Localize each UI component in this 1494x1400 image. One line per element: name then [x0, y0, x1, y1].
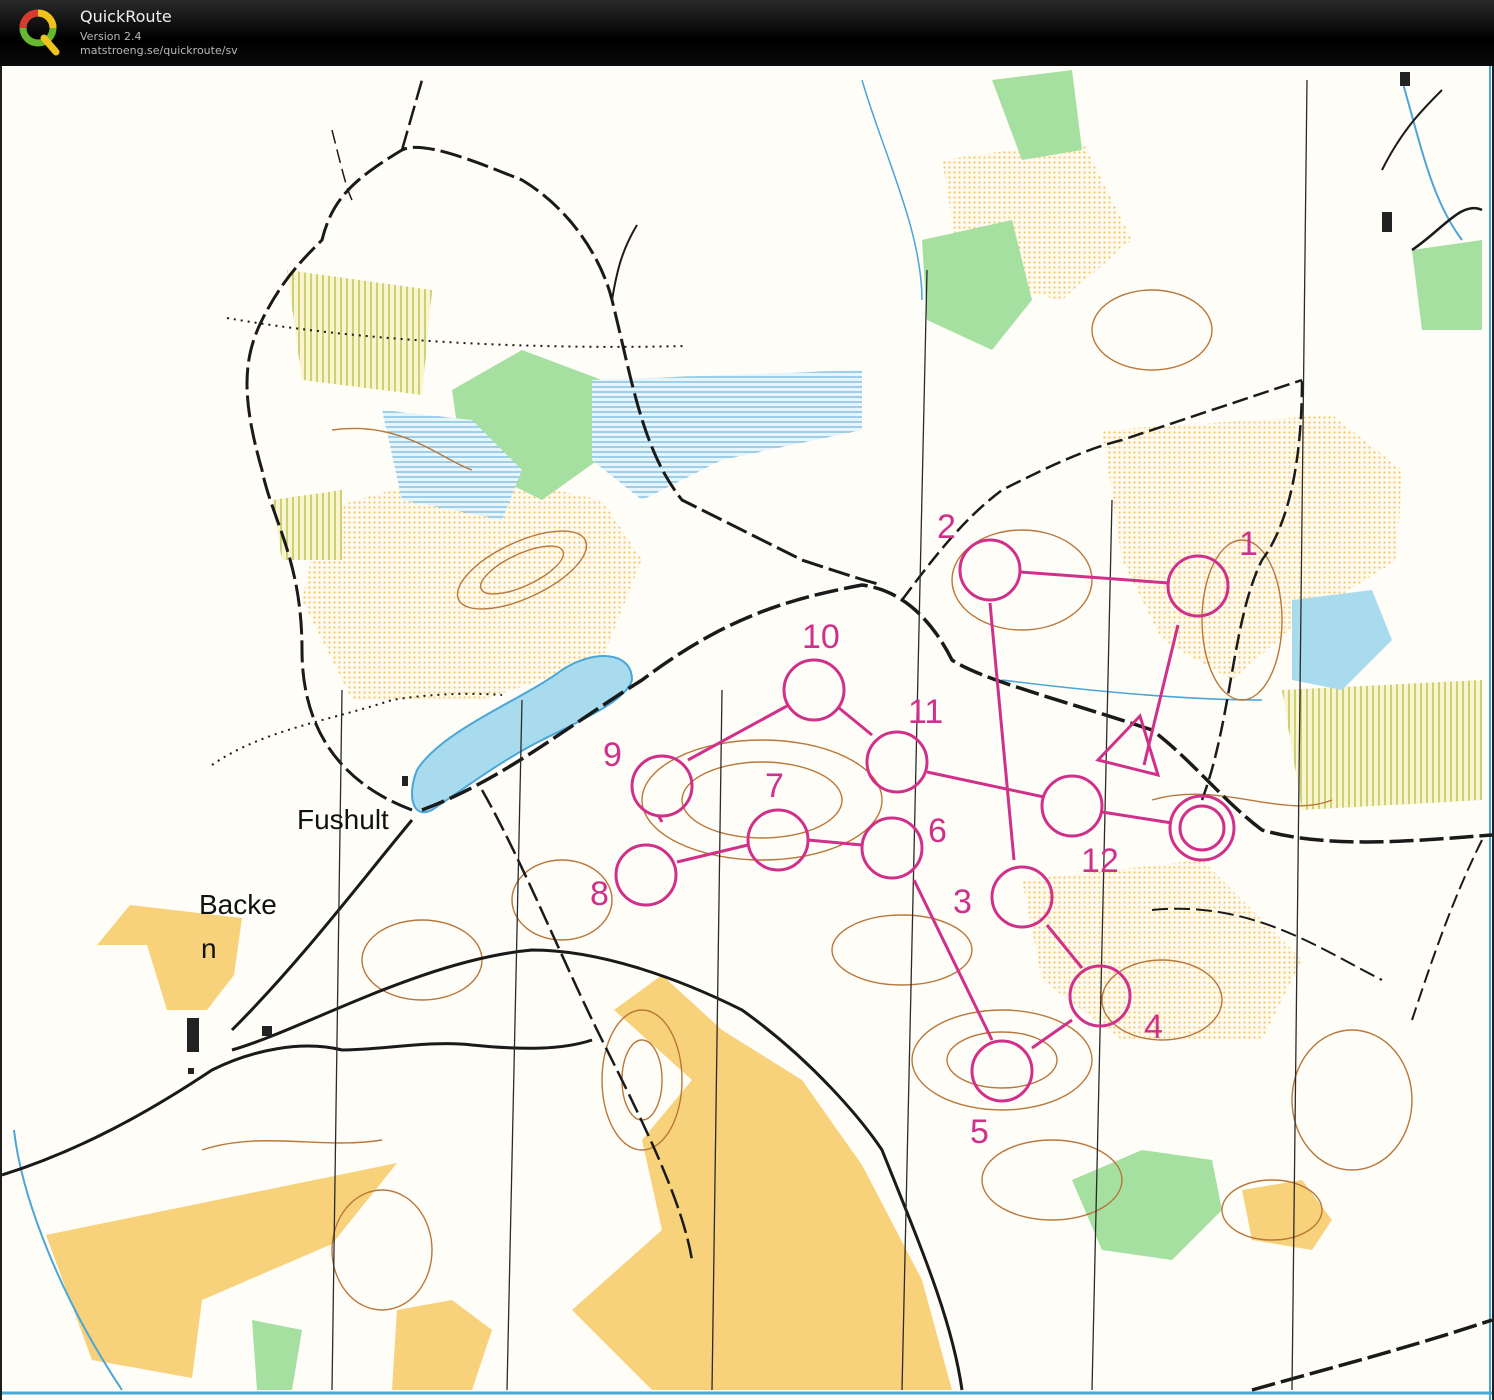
- control-circle-10: [782, 658, 846, 722]
- control-label-11: 11: [908, 693, 943, 731]
- control-circle-12: [1040, 774, 1104, 838]
- control-label-4: 4: [1144, 1008, 1163, 1046]
- orienteering-map[interactable]: 1 2 3 4 5 6 7 8 9 10 11 12 Fushult Backe…: [0, 66, 1494, 1400]
- finish-double-circle-icon: [1168, 794, 1236, 862]
- control-label-7: 7: [765, 767, 784, 805]
- place-label-backe-n: n: [201, 933, 217, 964]
- control-label-2: 2: [937, 508, 956, 546]
- control-circle-8: [614, 843, 678, 907]
- app-version: Version 2.4: [80, 30, 142, 43]
- control-label-12: 12: [1081, 842, 1119, 880]
- control-circle-11: [865, 730, 929, 794]
- place-label-backe: Backe: [199, 889, 277, 920]
- control-label-10: 10: [802, 618, 840, 656]
- control-label-6: 6: [928, 812, 947, 850]
- control-label-9: 9: [603, 736, 622, 774]
- title-bar: QuickRoute Version 2.4 matstroeng.se/qui…: [0, 0, 1494, 66]
- control-label-3: 3: [953, 883, 972, 921]
- control-circle-6: [860, 816, 924, 880]
- app-url[interactable]: matstroeng.se/quickroute/sv: [80, 44, 238, 57]
- control-circle-9: [630, 754, 694, 818]
- quickroute-q-logo-icon: [19, 9, 60, 56]
- control-circle-5: [970, 1039, 1034, 1103]
- control-label-8: 8: [590, 875, 609, 913]
- control-circle-7: [746, 808, 810, 872]
- map-canvas: 1 2 3 4 5 6 7 8 9 10 11 12 Fushult Backe…: [2, 66, 1492, 1400]
- control-circle-2: [958, 538, 1022, 602]
- place-label-fushult: Fushult: [297, 804, 389, 835]
- control-label-1: 1: [1239, 525, 1258, 563]
- control-label-5: 5: [970, 1113, 989, 1151]
- app-title: QuickRoute: [80, 7, 172, 26]
